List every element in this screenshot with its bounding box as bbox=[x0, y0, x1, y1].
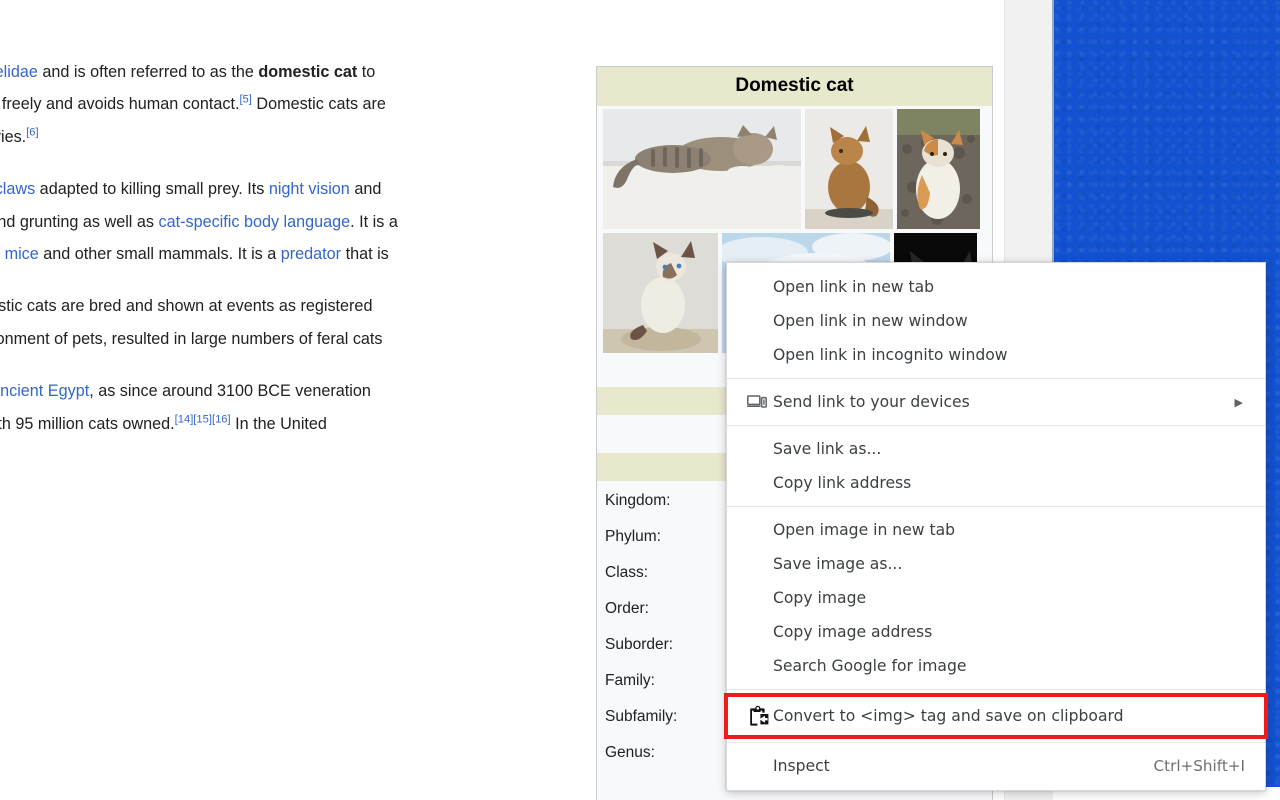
article-paragraph: family Felidae and is often referred to … bbox=[0, 56, 578, 153]
article-paragraph: ated in ancient Egypt, as since around 3… bbox=[0, 375, 578, 440]
article-text-run: r ranges freely and avoids human contact… bbox=[0, 95, 240, 114]
gallery-row-1 bbox=[603, 109, 986, 229]
menu-item-save-link-as[interactable]: Save link as... bbox=[727, 432, 1265, 466]
menu-item-label: Open image in new tab bbox=[773, 521, 956, 539]
article-text-run: and bbox=[349, 180, 382, 199]
menu-item-label: Open link in new tab bbox=[773, 278, 935, 296]
article-text-run: to bbox=[357, 63, 376, 81]
menu-item-icon-slot bbox=[741, 584, 773, 612]
menu-item-icon-slot bbox=[741, 273, 773, 301]
menu-item-label: Convert to <img> tag and save on clipboa… bbox=[773, 707, 1124, 725]
context-menu[interactable]: Open link in new tab Open link in new win… bbox=[724, 262, 1268, 791]
devices-icon bbox=[741, 388, 773, 416]
menu-item-label: Open link in new window bbox=[773, 312, 968, 330]
menu-separator bbox=[727, 425, 1265, 426]
article-text-run: . It is a bbox=[350, 212, 398, 231]
cat-photo-tabby-lying[interactable] bbox=[603, 109, 801, 229]
menu-item-send-link-to-devices[interactable]: Send link to your devices ▶ bbox=[727, 385, 1265, 419]
menu-item-icon-slot bbox=[741, 341, 773, 369]
reference-marker[interactable]: [5] bbox=[239, 94, 251, 106]
menu-item-icon-slot bbox=[741, 516, 773, 544]
menu-item-icon-slot bbox=[741, 652, 773, 680]
menu-item-copy-link-address[interactable]: Copy link address bbox=[727, 466, 1265, 500]
menu-item-inspect[interactable]: Inspect Ctrl+Shift+I bbox=[727, 749, 1265, 783]
article-bold-term: domestic cat bbox=[258, 63, 358, 81]
article-text-run: , as since around 3100 BCE veneration bbox=[89, 382, 371, 401]
cat-photo-orange-white-standing[interactable] bbox=[897, 109, 980, 229]
cat-photo-siamese-sitting[interactable] bbox=[603, 233, 718, 353]
article-body: family Felidae and is often referred to … bbox=[0, 56, 578, 460]
article-text-run: at registries. bbox=[0, 127, 27, 146]
menu-item-label: Copy link address bbox=[773, 474, 912, 492]
menu-item-save-image-as[interactable]: Save image as... bbox=[727, 547, 1265, 581]
chevron-right-icon: ▶ bbox=[1234, 395, 1243, 409]
menu-item-label: Copy image bbox=[773, 589, 867, 607]
article-text-run: In the United bbox=[230, 414, 327, 433]
menu-item-copy-image[interactable]: Copy image bbox=[727, 581, 1265, 615]
menu-item-label: Search Google for image bbox=[773, 657, 967, 675]
menu-item-icon-slot bbox=[741, 307, 773, 335]
article-link[interactable]: cat-specific body language bbox=[158, 213, 350, 231]
menu-item-open-link-new-window[interactable]: Open link in new window bbox=[727, 304, 1265, 338]
menu-item-label: Save link as... bbox=[773, 440, 882, 458]
menu-separator bbox=[727, 506, 1265, 507]
menu-separator bbox=[727, 742, 1265, 743]
article-text-run: s abandonment of pets, resulted in large… bbox=[0, 329, 383, 348]
taxobox-title: Domestic cat bbox=[597, 67, 992, 106]
article-text-run: and other small mammals. It is a bbox=[38, 245, 281, 264]
article-text-run: that is bbox=[341, 245, 389, 264]
menu-item-copy-image-address[interactable]: Copy image address bbox=[727, 615, 1265, 649]
menu-item-search-google-for-image[interactable]: Search Google for image bbox=[727, 649, 1265, 683]
article-link[interactable]: Felidae bbox=[0, 63, 38, 81]
article-link[interactable]: mice bbox=[5, 245, 39, 263]
article-link[interactable]: night vision bbox=[269, 180, 350, 198]
reference-marker[interactable]: [14][15][16] bbox=[175, 413, 231, 425]
article-link[interactable]: actable claws bbox=[0, 180, 35, 198]
screen: family Felidae and is often referred to … bbox=[0, 0, 1280, 800]
article-text-run: and is often referred to as the bbox=[37, 63, 259, 81]
menu-item-open-link-incognito[interactable]: Open link in incognito window bbox=[727, 338, 1265, 372]
article-text-run: adapted to killing small prey. Its bbox=[35, 180, 269, 199]
menu-separator bbox=[727, 689, 1265, 690]
article-text-run: and grunting as well as bbox=[0, 212, 159, 231]
menu-item-convert-to-img-tag[interactable]: Convert to <img> tag and save on clipboa… bbox=[724, 693, 1268, 739]
reference-marker[interactable]: [6] bbox=[26, 126, 38, 138]
article-text-run: Domestic cats are bred and shown at even… bbox=[0, 297, 373, 316]
menu-item-open-image-new-tab[interactable]: Open image in new tab bbox=[727, 513, 1265, 547]
menu-item-shortcut: Ctrl+Shift+I bbox=[1153, 757, 1245, 775]
article-paragraph: actable claws adapted to killing small p… bbox=[0, 173, 578, 270]
article-paragraph: [9] Domestic cats are bred and shown at … bbox=[0, 290, 578, 355]
menu-item-icon-slot bbox=[741, 618, 773, 646]
menu-item-label: Copy image address bbox=[773, 623, 933, 641]
menu-item-open-link-new-tab[interactable]: Open link in new tab bbox=[727, 270, 1265, 304]
menu-item-icon-slot bbox=[741, 752, 773, 780]
menu-item-label: Open link in incognito window bbox=[773, 346, 1008, 364]
cat-photo-abyssinian-sitting[interactable] bbox=[805, 109, 893, 229]
article-text-run: tates, with 95 million cats owned. bbox=[0, 414, 175, 433]
menu-item-icon-slot bbox=[741, 469, 773, 497]
menu-separator bbox=[727, 378, 1265, 379]
clipboard-import-icon bbox=[741, 702, 773, 730]
menu-item-label: Send link to your devices bbox=[773, 393, 970, 411]
article-link[interactable]: predator bbox=[281, 245, 341, 263]
menu-item-label: Inspect bbox=[773, 757, 830, 775]
article-link[interactable]: ancient Egypt bbox=[0, 382, 89, 400]
menu-item-icon-slot bbox=[741, 435, 773, 463]
menu-item-label: Save image as... bbox=[773, 555, 903, 573]
menu-item-icon-slot bbox=[741, 550, 773, 578]
article-text-run: Domestic cats are bbox=[251, 95, 386, 114]
